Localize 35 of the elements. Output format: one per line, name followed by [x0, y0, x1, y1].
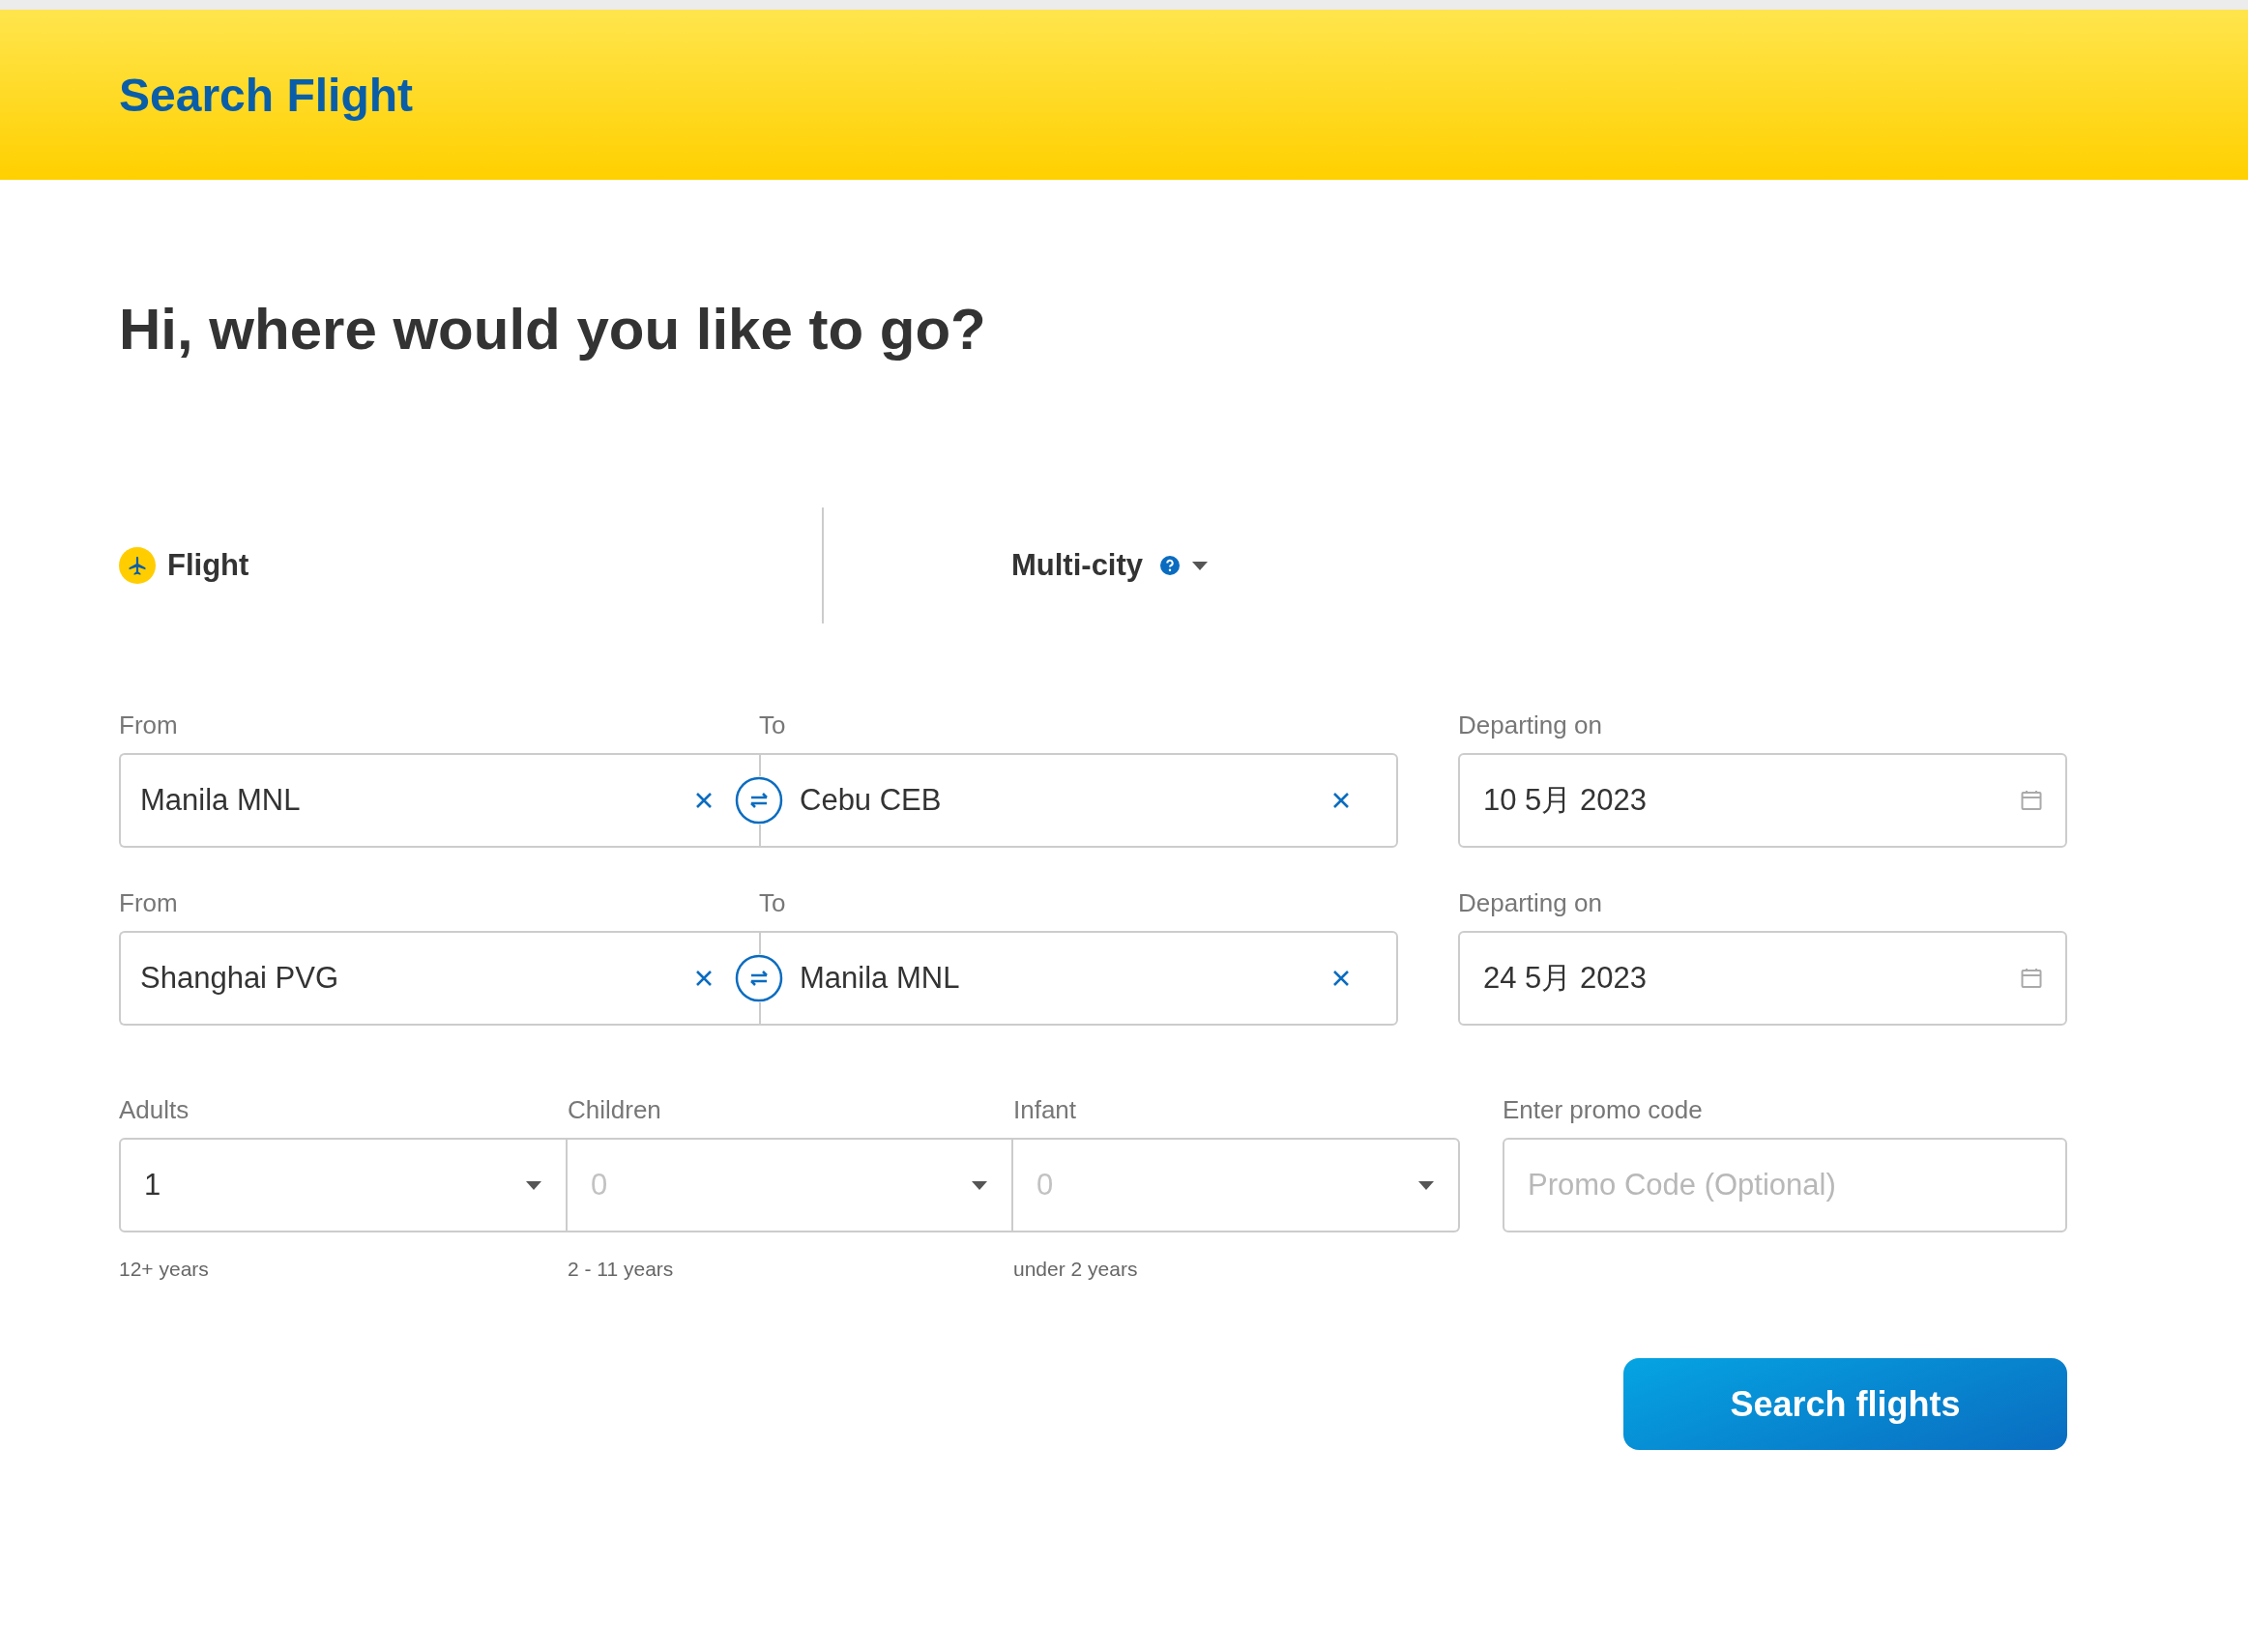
plane-icon — [119, 547, 156, 584]
caret-icon — [525, 1179, 542, 1191]
promo-code-field[interactable]: Promo Code (Optional) — [1503, 1138, 2067, 1232]
field-label: Infant — [1013, 1095, 1078, 1124]
caret-icon — [1417, 1179, 1435, 1191]
origin-field[interactable]: Manila MNL — [119, 753, 759, 848]
clear-icon[interactable] — [695, 792, 713, 809]
field-label: Children — [568, 1095, 662, 1124]
age-hint: 12+ years — [119, 1258, 210, 1281]
destination-field[interactable]: Manila MNL — [759, 931, 1398, 1026]
destination-field[interactable]: Cebu CEB — [759, 753, 1398, 848]
date-field[interactable]: 10 5月 2023 — [1458, 753, 2067, 848]
date-field[interactable]: 24 5月 2023 — [1458, 931, 2067, 1026]
field-label: Departing on — [1458, 888, 1603, 917]
field-label: To — [759, 710, 787, 739]
trip-type-tab[interactable]: Flight — [119, 547, 822, 584]
field-label: Adults — [119, 1095, 190, 1124]
origin-field[interactable]: Shanghai PVG — [119, 931, 759, 1026]
help-icon[interactable] — [1160, 556, 1181, 575]
field-label: Enter promo code — [1503, 1095, 1704, 1124]
field-label: From — [119, 710, 179, 739]
page-title: Search Flight — [119, 68, 414, 122]
age-hint: 2 - 11 years — [568, 1258, 675, 1281]
clear-icon[interactable] — [1332, 792, 1350, 809]
trip-type-tab[interactable]: Multi-city — [1011, 548, 1210, 583]
caret-icon — [971, 1179, 988, 1191]
field-label: To — [759, 888, 787, 917]
field-label: Departing on — [1458, 710, 1603, 739]
search-flights-button[interactable]: Search flights — [1623, 1358, 2067, 1450]
greeting-heading: Hi, where would you like to go? — [119, 296, 987, 362]
field-label: From — [119, 888, 179, 917]
age-hint: under 2 years — [1013, 1258, 1139, 1281]
clear-icon[interactable] — [1332, 970, 1350, 987]
passenger-select[interactable]: 1 — [119, 1138, 568, 1232]
clear-icon[interactable] — [695, 970, 713, 987]
